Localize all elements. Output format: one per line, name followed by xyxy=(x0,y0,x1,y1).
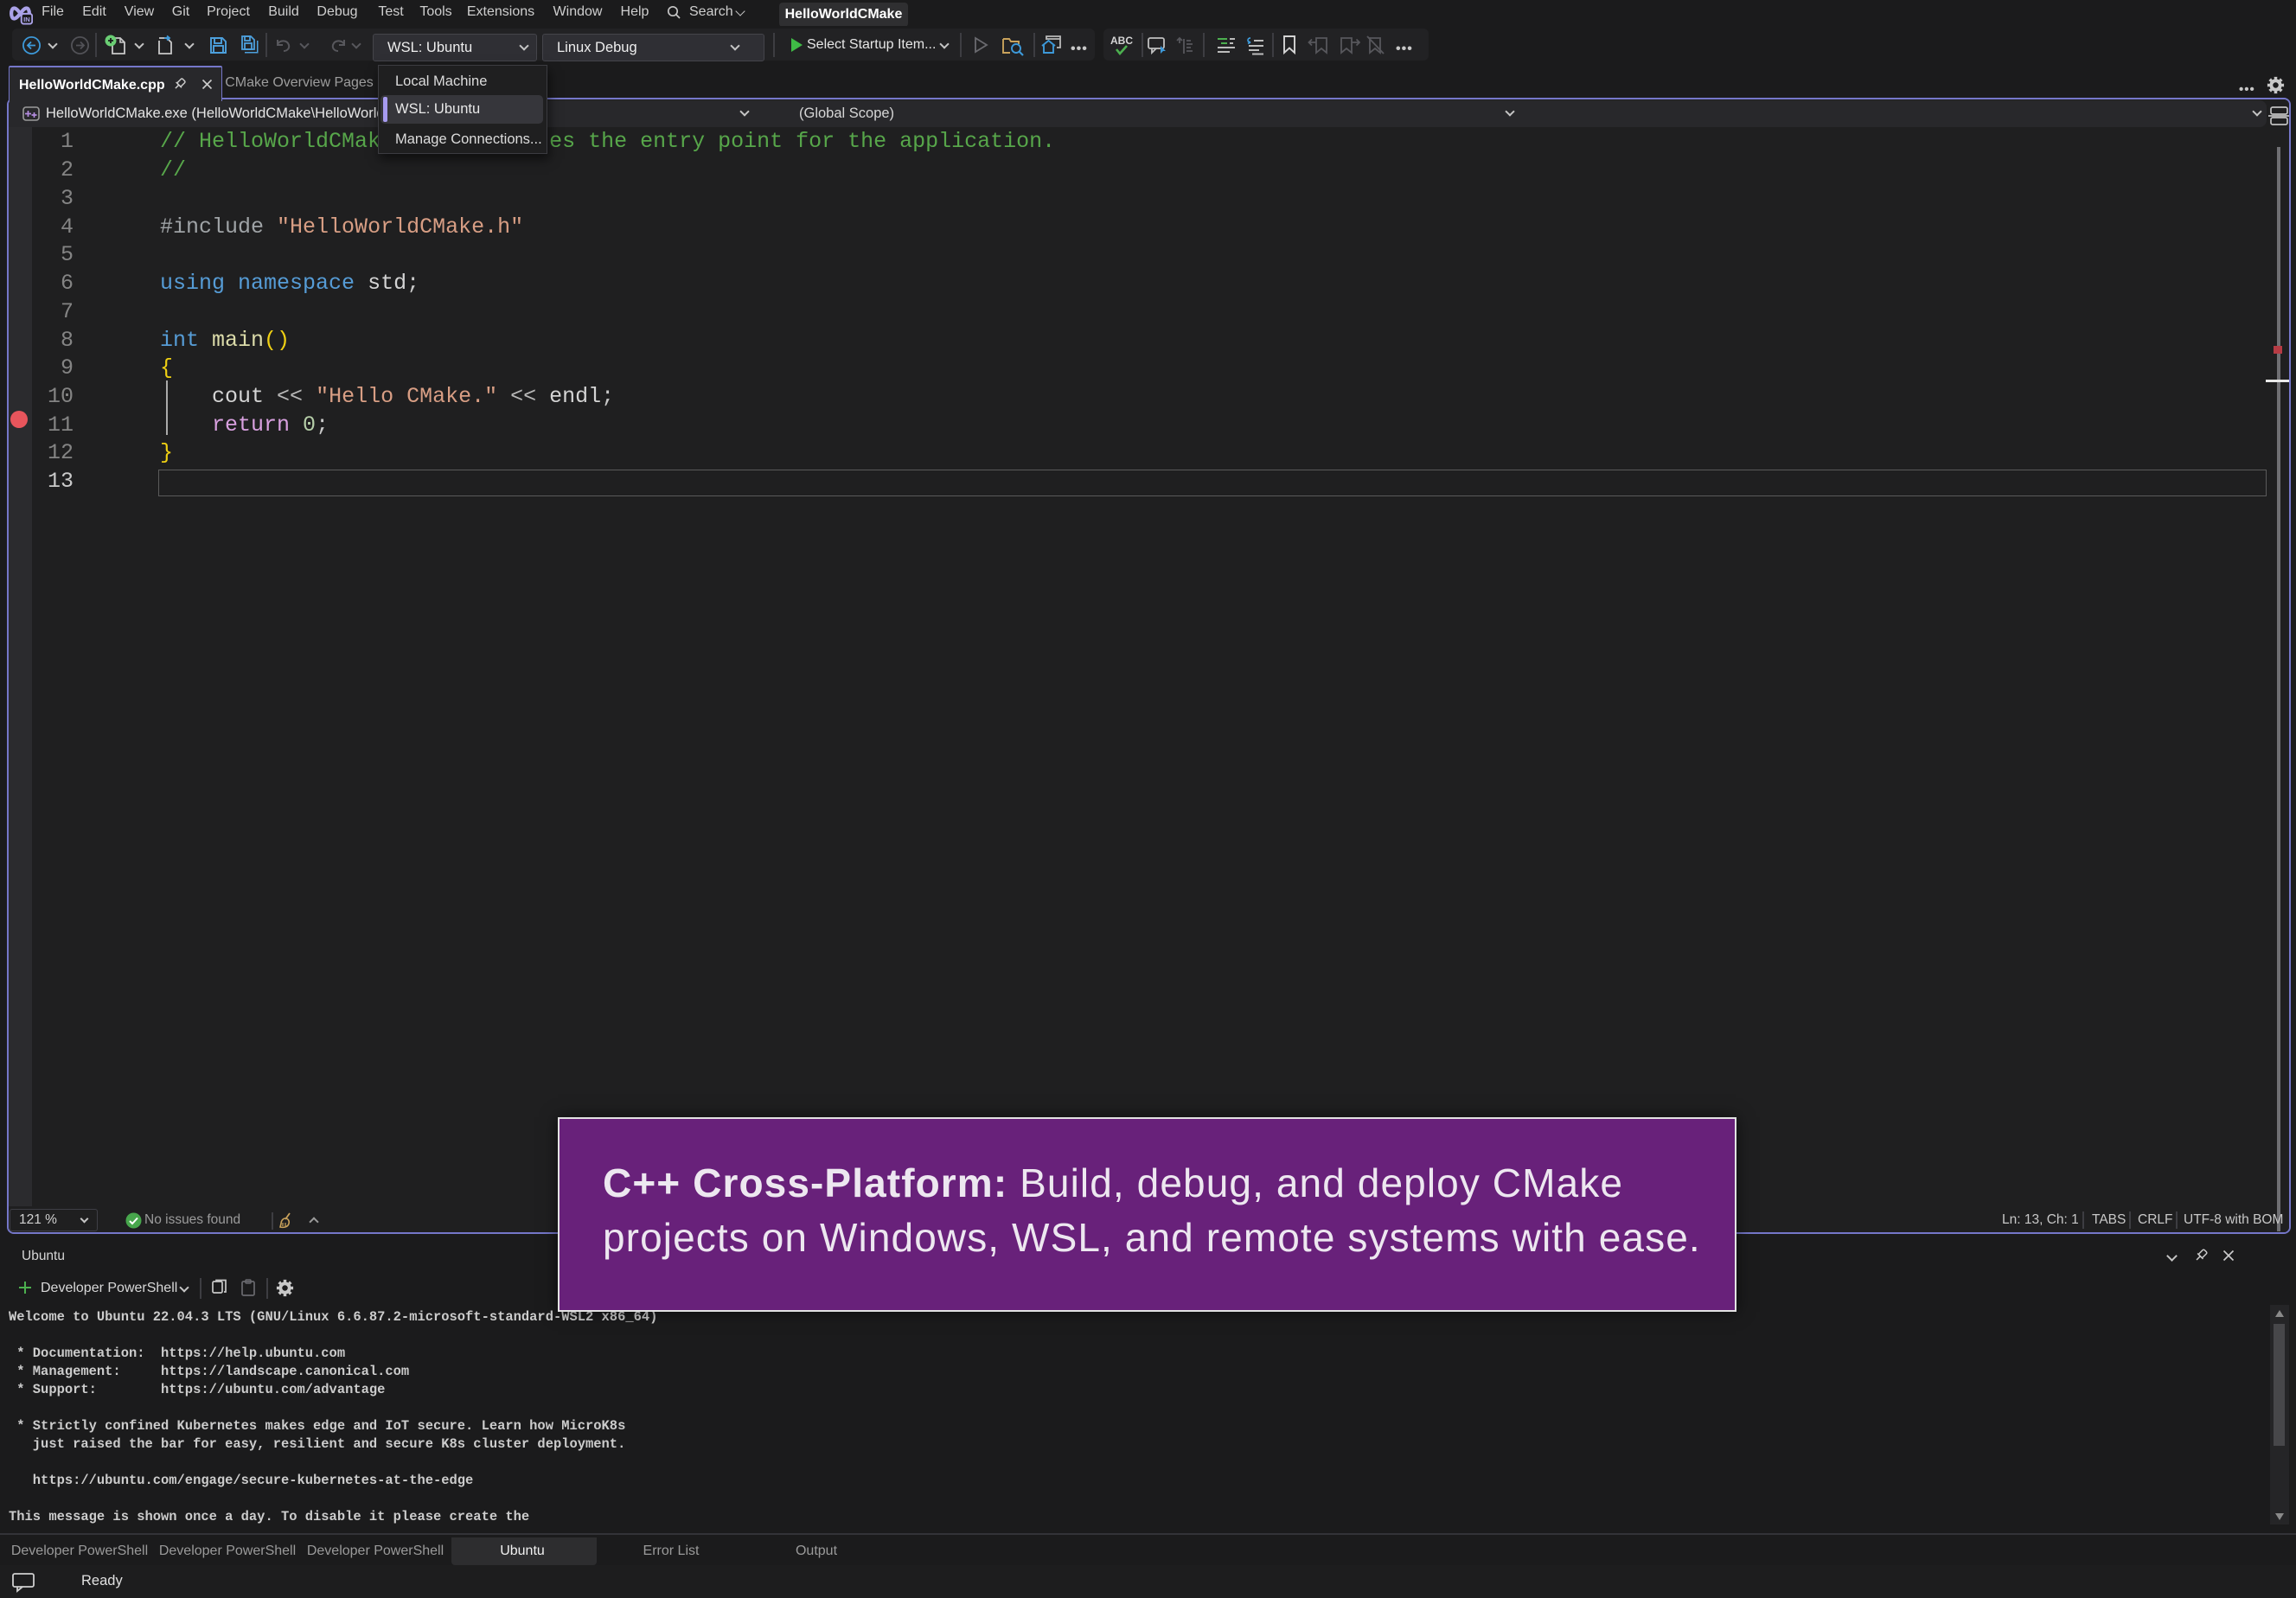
svg-text:ABC: ABC xyxy=(1110,35,1133,47)
svg-text:IN: IN xyxy=(23,16,30,23)
